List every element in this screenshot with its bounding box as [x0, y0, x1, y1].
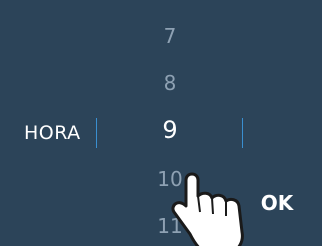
- pointing-hand-icon: [171, 172, 244, 246]
- hour-option-7[interactable]: 7: [150, 24, 190, 48]
- hour-option-selected[interactable]: 9: [150, 116, 190, 144]
- time-picker-screen: HORA 7 8 9 10 11 OK: [0, 0, 322, 246]
- selection-divider-right: [242, 118, 243, 148]
- hour-label: HORA: [24, 122, 81, 144]
- selection-divider-left: [96, 118, 97, 148]
- hour-option-8[interactable]: 8: [150, 71, 190, 95]
